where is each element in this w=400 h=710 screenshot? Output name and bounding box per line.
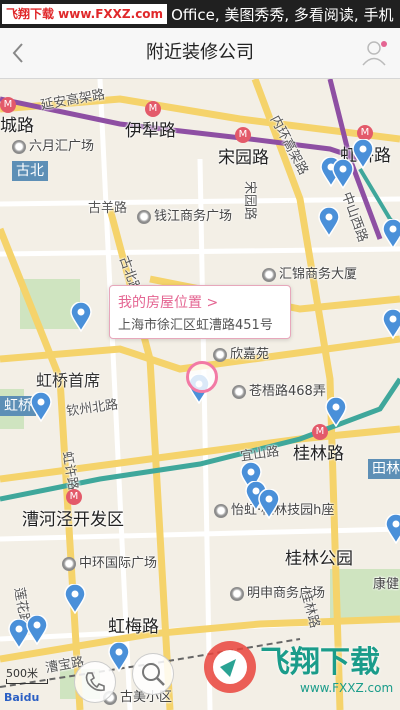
status-notification-text: Office, 美图秀秀, 多看阅读, 手机 <box>171 5 394 24</box>
page-title: 附近装修公司 <box>146 42 254 63</box>
place-label: 桂林公园 <box>285 549 353 569</box>
poi-icon: ● <box>137 209 151 224</box>
my-location-marker[interactable] <box>186 361 218 393</box>
map-scale-bar <box>6 679 48 684</box>
poi-icon: ● <box>62 556 76 571</box>
callout-title: 我的房屋位置 > <box>118 295 219 311</box>
poi-label: ● 欣嘉苑 <box>213 343 269 362</box>
nav-bar: 附近装修公司 <box>0 28 400 79</box>
company-pin-icon[interactable] <box>64 584 86 614</box>
poi-label: ● 钱江商务广场 <box>137 205 232 224</box>
watermark-url: www.FXXZ.com <box>300 681 394 695</box>
district-label-gubei: 古北 <box>12 161 48 181</box>
road-label: 古羊路 <box>88 201 128 216</box>
place-label: 桂林路 <box>293 444 344 464</box>
company-pin-icon[interactable] <box>325 397 347 427</box>
place-label: 漕河泾开发区 <box>22 510 124 530</box>
user-button[interactable] <box>360 38 390 68</box>
place-label: 康健 <box>373 577 400 592</box>
company-pin-icon[interactable] <box>26 615 48 645</box>
place-label: 伊犁路 <box>125 121 176 141</box>
site-watermark: 飞翔下载 www.FXXZ.com <box>200 631 396 709</box>
metro-station-icon: M <box>66 489 82 505</box>
company-pin-icon[interactable] <box>352 139 374 169</box>
poi-icon: ● <box>12 139 26 154</box>
poi-icon: ● <box>232 384 246 399</box>
poi-label: ● 汇锦商务大厦 <box>262 263 357 282</box>
company-pin-icon[interactable] <box>318 207 340 237</box>
search-button[interactable] <box>132 653 174 695</box>
company-pin-icon[interactable] <box>258 489 280 519</box>
poi-icon: ● <box>230 586 244 601</box>
watermark-brand: 飞翔下载 <box>260 645 380 680</box>
poi-icon: ● <box>213 347 227 362</box>
search-icon <box>142 663 165 686</box>
place-label: 虹梅路 <box>108 617 159 637</box>
my-house-callout[interactable]: 我的房屋位置 > 上海市徐汇区虹漕路451号 <box>109 285 291 339</box>
place-label: 城路 <box>0 116 34 136</box>
company-pin-icon[interactable] <box>70 302 92 332</box>
company-pin-icon[interactable] <box>332 159 354 189</box>
company-pin-icon[interactable] <box>385 514 400 544</box>
metro-station-icon: M <box>0 97 16 113</box>
call-button[interactable] <box>74 661 116 703</box>
status-bar: 飞翔下载 www.FXXZ.com Office, 美图秀秀, 多看阅读, 手机 <box>0 0 400 28</box>
poi-icon: ● <box>262 267 276 282</box>
user-avatar-icon <box>362 41 387 66</box>
place-label: 宋园路 <box>218 148 269 168</box>
district-label-tianlin: 田林 <box>368 459 400 479</box>
poi-label: ● 苍梧路468弄 <box>232 380 326 399</box>
metro-station-icon: M <box>235 127 251 143</box>
poi-icon: ● <box>214 503 228 518</box>
place-label: 虹桥首席 <box>36 371 101 390</box>
baidu-logo: Baidu <box>4 691 40 704</box>
metro-station-icon: M <box>145 101 161 117</box>
poi-label: ● 中环国际广场 <box>62 552 157 571</box>
status-watermark: 飞翔下载 www.FXXZ.com <box>2 4 168 24</box>
company-pin-icon[interactable] <box>30 392 52 422</box>
callout-address: 上海市徐汇区虹漕路451号 <box>118 318 273 333</box>
road-label: 宋园路 <box>242 180 258 221</box>
map-view[interactable]: 古北 虹桥 田林 城路 伊犁路 宋园路 虹桥路 虹桥首席 桂林路 漕河泾开发区 … <box>0 79 400 710</box>
company-pin-icon[interactable] <box>382 219 400 249</box>
phone-icon <box>85 672 105 692</box>
poi-label: ● 六月汇广场 <box>12 135 94 154</box>
company-pin-icon[interactable] <box>382 309 400 339</box>
watermark-logo-icon <box>204 641 256 693</box>
